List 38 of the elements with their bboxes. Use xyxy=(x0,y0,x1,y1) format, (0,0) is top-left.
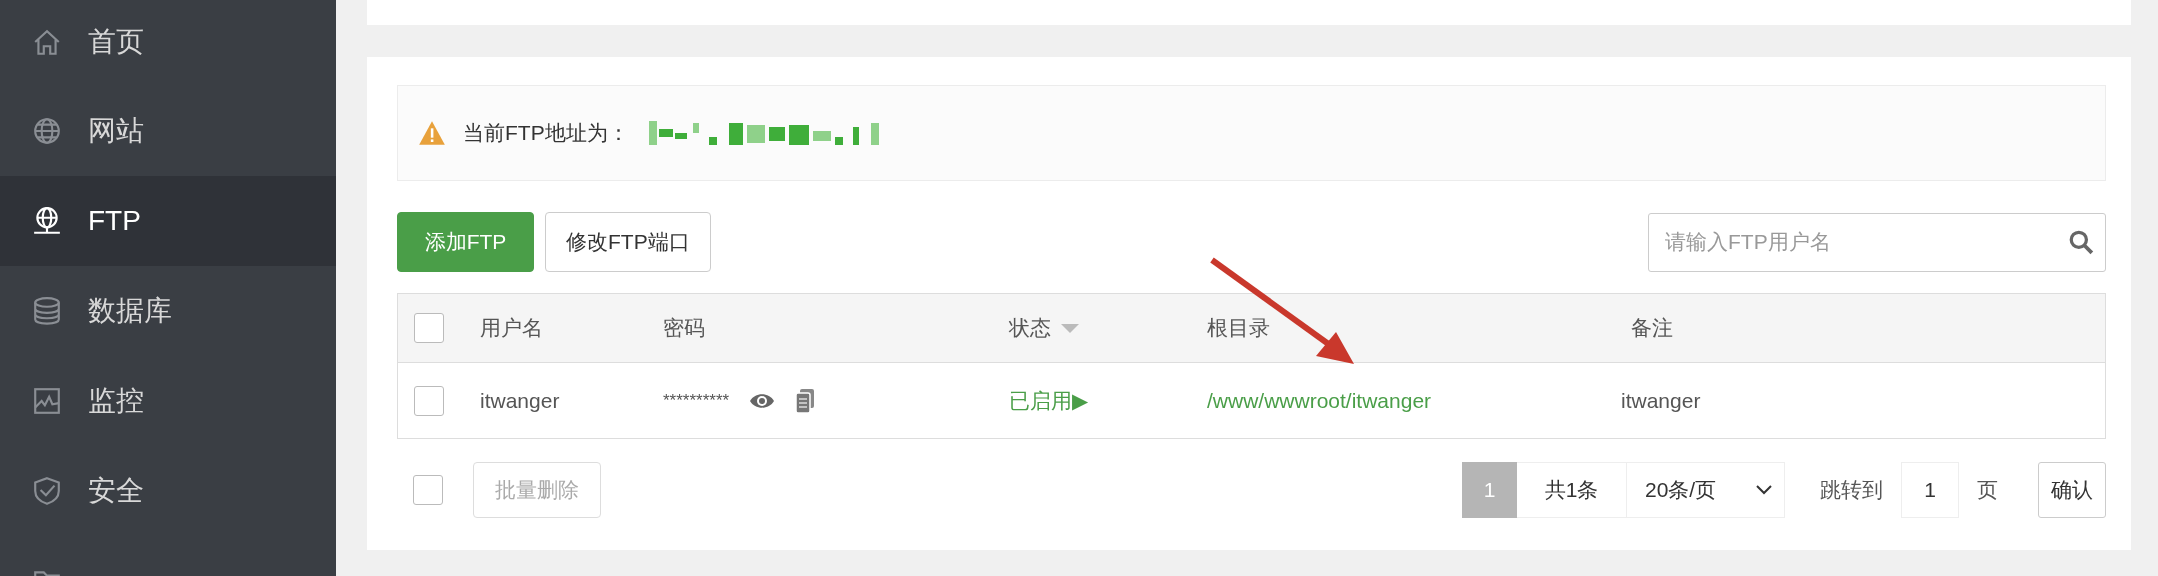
warning-icon xyxy=(418,120,446,146)
page-size-select[interactable]: 20条/页 xyxy=(1627,462,1785,518)
table-cell: itwanger xyxy=(1621,388,1701,413)
total-count: 共1条 xyxy=(1517,462,1627,518)
column-header[interactable]: 用户名 xyxy=(480,314,543,342)
column-header[interactable]: 状态 xyxy=(1009,314,1079,342)
chart-icon xyxy=(32,386,62,416)
database-icon xyxy=(32,296,62,326)
page-label: 页 xyxy=(1976,477,1999,503)
column-header[interactable]: 备注 xyxy=(1631,314,1673,342)
edit-button[interactable]: 修改FTP端口 xyxy=(545,212,711,272)
table-cell: itwanger xyxy=(480,388,560,413)
sidebar-item[interactable]: 监控 xyxy=(0,356,336,446)
caret-icon xyxy=(1061,323,1079,333)
home-icon xyxy=(32,27,62,57)
column-header[interactable]: 根目录 xyxy=(1207,314,1270,342)
search-field[interactable]: 请输入FTP用户名 xyxy=(1648,212,2106,272)
network-globe-icon xyxy=(32,206,62,236)
copy-icon[interactable] xyxy=(795,387,816,414)
eye-icon[interactable] xyxy=(749,391,776,410)
search-icon[interactable] xyxy=(2068,228,2094,255)
jump-label: 跳转到 xyxy=(1819,477,1884,503)
globe-icon xyxy=(32,116,62,146)
checkbox[interactable] xyxy=(413,475,443,505)
password-text: ********** xyxy=(663,390,730,411)
checkbox[interactable] xyxy=(414,313,444,343)
column-header[interactable]: 密码 xyxy=(663,314,705,342)
alert-text: 当前FTP地址为： xyxy=(463,120,629,146)
confirm-button[interactable]: 确认 xyxy=(2038,462,2106,518)
sidebar-item[interactable]: 首页 xyxy=(0,0,336,86)
sidebar-item[interactable]: 数据库 xyxy=(0,266,336,356)
page-input[interactable]: 1 xyxy=(1901,462,1959,518)
sidebar-item[interactable]: FTP xyxy=(0,176,336,266)
shield-icon xyxy=(32,476,62,506)
sidebar-item[interactable]: 安全 xyxy=(0,446,336,536)
sidebar-item[interactable]: 网站 xyxy=(0,86,336,176)
checkbox[interactable] xyxy=(414,385,444,416)
chevron-icon xyxy=(1756,485,1772,495)
